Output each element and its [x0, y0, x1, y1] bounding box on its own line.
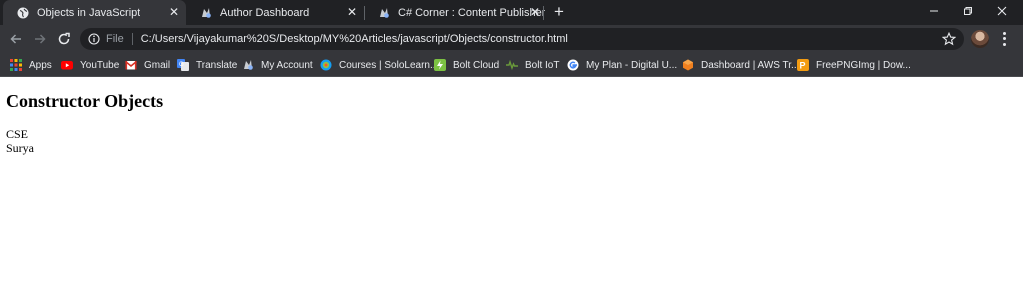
aws-icon [682, 59, 694, 71]
bookmark-translate[interactable]: G Translate [177, 57, 237, 73]
bookmark-youtube[interactable]: YouTube [61, 57, 119, 73]
bookmark-gmail[interactable]: Gmail [125, 57, 170, 73]
youtube-icon [61, 59, 73, 71]
menu-dot [1002, 42, 1006, 46]
url-scheme-label: File [106, 33, 124, 45]
bolt-cloud-icon [434, 59, 446, 71]
csharp-corner-icon [378, 7, 390, 19]
bookmark-label: FreePNGImg | Dow... [816, 59, 911, 71]
page-heading: Constructor Objects [6, 91, 164, 111]
close-tab-icon[interactable]: ✕ [168, 6, 180, 18]
close-icon [997, 6, 1007, 16]
apps-grid-icon [10, 59, 22, 71]
bookmark-label: YouTube [80, 59, 120, 71]
bookmark-label: My Plan - Digital U... [586, 59, 678, 71]
svg-text:P: P [800, 61, 806, 71]
info-icon[interactable] [88, 33, 100, 45]
bookmark-label: My Account [261, 59, 313, 71]
minimize-button[interactable] [917, 0, 951, 22]
bolt-iot-icon [506, 59, 518, 71]
tab-title: C# Corner : Content Publisher [398, 6, 546, 19]
bookmark-my-plan[interactable]: My Plan - Digital U... [567, 57, 677, 73]
output-line: Surya [6, 141, 34, 155]
close-tab-icon[interactable]: ✕ [346, 6, 358, 18]
forward-button[interactable] [30, 29, 50, 49]
tab-title: Author Dashboard [220, 6, 310, 19]
back-button[interactable] [6, 29, 26, 49]
tab-objects-in-javascript[interactable]: Objects in JavaScript ✕ [3, 0, 186, 25]
restore-icon [964, 7, 972, 15]
bookmark-bolt-iot[interactable]: Bolt IoT [506, 57, 559, 73]
google-icon [567, 59, 579, 71]
bookmarks-bar: Apps YouTube Gmail G Translate My Accoun… [0, 52, 1023, 77]
menu-dot [1002, 32, 1006, 36]
close-window-button[interactable] [985, 0, 1019, 22]
browser-menu-button[interactable] [997, 31, 1011, 47]
minimize-icon [930, 10, 938, 12]
profile-avatar[interactable] [971, 30, 989, 48]
tab-author-dashboard[interactable]: Author Dashboard ✕ [186, 0, 364, 25]
reload-button[interactable] [54, 29, 74, 49]
tab-csharp-corner-content-publisher[interactable]: C# Corner : Content Publisher ✕ [364, 0, 547, 25]
page-viewport: Constructor Objects CSE Surya [0, 77, 1023, 284]
menu-dot [1002, 37, 1006, 41]
output-line: CSE [6, 127, 29, 141]
divider [131, 33, 133, 45]
reload-icon [58, 32, 70, 45]
bookmark-aws-dashboard[interactable]: Dashboard | AWS Tr... [682, 57, 799, 73]
svg-text:G: G [179, 62, 184, 68]
address-bar[interactable]: File C:/Users/Vijayakumar%20S/Desktop/MY… [80, 28, 964, 50]
close-tab-icon[interactable]: ✕ [529, 6, 541, 18]
sololearn-icon [320, 59, 332, 71]
bookmark-label: Bolt IoT [525, 59, 560, 71]
globe-icon [17, 7, 29, 19]
bookmark-bolt-cloud[interactable]: Bolt Cloud [434, 57, 499, 73]
arrow-left-icon [10, 34, 21, 44]
bookmark-apps[interactable]: Apps [10, 57, 52, 73]
bookmark-label: Dashboard | AWS Tr... [701, 59, 800, 71]
bookmark-sololearn[interactable]: Courses | SoloLearn... [320, 57, 438, 73]
csharp-corner-icon [242, 59, 254, 71]
browser-toolbar: File C:/Users/Vijayakumar%20S/Desktop/MY… [0, 25, 1023, 52]
bookmark-label: Courses | SoloLearn... [339, 59, 439, 71]
bookmark-freepngimg[interactable]: P FreePNGImg | Dow... [797, 57, 911, 73]
arrow-right-icon [35, 34, 46, 44]
bookmark-label: Translate [196, 59, 238, 71]
bookmark-my-account[interactable]: My Account [242, 57, 313, 73]
tab-strip: Objects in JavaScript ✕ Author Dashboard… [0, 0, 1023, 25]
gmail-icon [125, 59, 137, 71]
bookmark-label: Apps [29, 59, 52, 71]
restore-button[interactable] [951, 0, 985, 22]
tab-separator [543, 6, 544, 20]
translate-icon: G [177, 59, 189, 71]
new-tab-button[interactable]: + [551, 3, 567, 20]
tab-title: Objects in JavaScript [37, 6, 141, 19]
csharp-corner-icon [200, 7, 212, 19]
bookmark-label: Bolt Cloud [453, 59, 500, 71]
bookmark-label: Gmail [144, 59, 171, 71]
freepngimg-icon: P [797, 59, 809, 71]
bookmark-star-icon[interactable] [942, 32, 956, 46]
url-text[interactable]: C:/Users/Vijayakumar%20S/Desktop/MY%20Ar… [141, 33, 568, 45]
